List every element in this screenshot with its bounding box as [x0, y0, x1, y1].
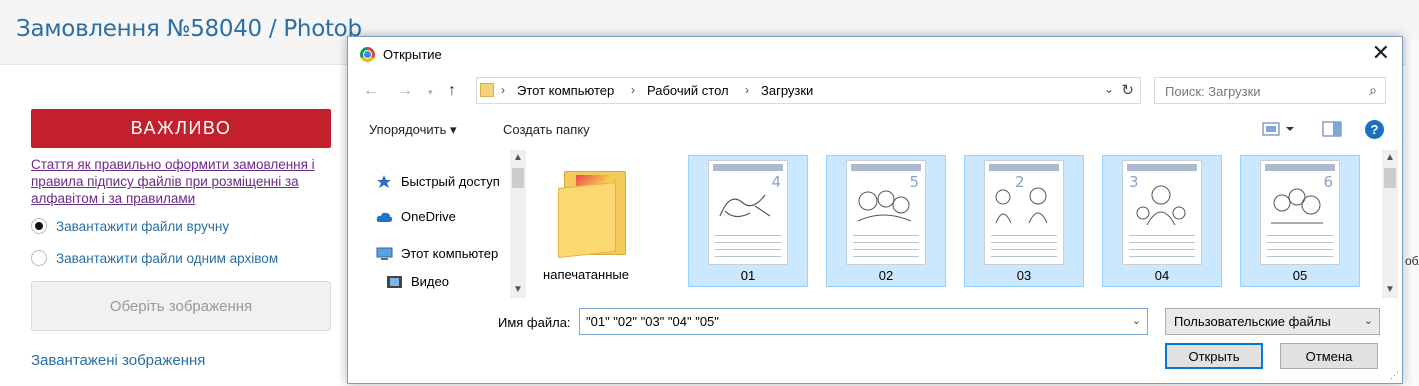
- file-item[interactable]: 5 02: [826, 155, 946, 287]
- radio-checked-icon[interactable]: [31, 218, 47, 234]
- preview-pane-icon[interactable]: [1322, 121, 1342, 142]
- choose-images-button[interactable]: Оберіть зображення: [31, 281, 331, 331]
- chevron-down-icon[interactable]: ⌄: [1364, 314, 1373, 327]
- scroll-down-icon[interactable]: ▼: [513, 284, 523, 295]
- image-thumbnail: 2: [984, 160, 1064, 265]
- search-box[interactable]: Поиск: Загрузки ⌕: [1154, 77, 1386, 104]
- star-icon: [376, 174, 393, 189]
- help-icon[interactable]: ?: [1365, 120, 1384, 139]
- file-label: 04: [1154, 268, 1170, 283]
- breadcrumb-this-pc[interactable]: Этот компьютер: [517, 83, 614, 98]
- files-scrollbar[interactable]: ▲ ▼: [1382, 150, 1398, 298]
- file-label: 01: [740, 268, 756, 283]
- file-item[interactable]: 3 04: [1102, 155, 1222, 287]
- radio-archive-upload[interactable]: Завантажити файли одним архівом: [31, 250, 278, 266]
- filename-value: "01" "02" "03" "04" "05": [586, 314, 719, 329]
- new-folder-button[interactable]: Создать папку: [503, 122, 590, 137]
- scroll-up-icon[interactable]: ▲: [1385, 152, 1395, 163]
- cloud-icon: [376, 210, 393, 224]
- filetype-select[interactable]: Пользовательские файлы ⌄: [1165, 308, 1380, 335]
- folder-front-icon: [558, 181, 616, 259]
- file-item[interactable]: 4 01: [688, 155, 808, 287]
- cancel-button[interactable]: Отмена: [1280, 343, 1378, 369]
- radio-manual-label: Завантажити файли вручну: [56, 218, 230, 234]
- open-button[interactable]: Открыть: [1165, 343, 1263, 369]
- image-thumbnail: 3: [1122, 160, 1202, 265]
- scroll-thumb[interactable]: [512, 168, 524, 188]
- breadcrumb-desktop[interactable]: Рабочий стол: [647, 83, 729, 98]
- nav-item-onedrive[interactable]: OneDrive: [376, 209, 456, 224]
- scroll-down-icon[interactable]: ▼: [1385, 284, 1395, 295]
- file-label: 05: [1292, 268, 1308, 283]
- nav-item-videos[interactable]: Видео: [386, 274, 449, 289]
- folder-item[interactable]: напечатанные: [526, 155, 646, 287]
- breadcrumb-separator-icon[interactable]: ›: [631, 83, 635, 97]
- address-bar[interactable]: › Этот компьютер › Рабочий стол › Загруз…: [476, 77, 1141, 104]
- file-open-dialog: Открытие ✕ ← → ▾ ↑ › Этот компьютер › Ра…: [347, 36, 1403, 384]
- search-icon[interactable]: ⌕: [1369, 82, 1377, 99]
- chevron-down-icon[interactable]: ⌄: [1104, 82, 1114, 96]
- nav-label: Этот компьютер: [401, 246, 499, 261]
- scroll-thumb[interactable]: [1384, 168, 1396, 188]
- radio-unchecked-icon[interactable]: [31, 250, 47, 266]
- search-input[interactable]: Поиск: Загрузки: [1165, 84, 1261, 99]
- view-options-icon[interactable]: [1262, 121, 1296, 142]
- back-arrow-icon[interactable]: ←: [363, 82, 379, 100]
- folder-label: напечатанные: [543, 267, 629, 282]
- video-icon: [386, 275, 403, 289]
- nav-label: Видео: [411, 274, 449, 289]
- filename-label: Имя файла:: [498, 315, 571, 330]
- chevron-down-icon[interactable]: ⌄: [1132, 314, 1141, 327]
- file-label: 03: [1016, 268, 1032, 283]
- image-thumbnail: 6: [1260, 160, 1340, 265]
- nav-label: Быстрый доступ: [401, 174, 500, 189]
- refresh-icon[interactable]: ↻: [1121, 81, 1134, 99]
- up-arrow-icon[interactable]: ↑: [448, 82, 456, 100]
- file-label: 02: [878, 268, 894, 283]
- uploaded-images-link[interactable]: Завантажені зображення: [31, 352, 205, 369]
- computer-icon: [376, 247, 393, 261]
- forward-arrow-icon[interactable]: →: [397, 82, 413, 100]
- right-edge-text: обл: [1405, 254, 1419, 268]
- organize-menu[interactable]: Упорядочить ▾: [369, 122, 457, 138]
- filetype-value: Пользовательские файлы: [1174, 314, 1331, 329]
- image-thumbnail: 4: [708, 160, 788, 265]
- file-item[interactable]: 6 05: [1240, 155, 1360, 287]
- chrome-icon: [360, 47, 375, 62]
- article-link[interactable]: Стаття як правильно оформити замовлення …: [31, 156, 331, 207]
- breadcrumb-separator-icon[interactable]: ›: [501, 83, 505, 97]
- folder-icon: [480, 83, 494, 97]
- order-title: Замовлення №58040 / Photob: [16, 16, 362, 42]
- close-icon[interactable]: ✕: [1372, 42, 1390, 64]
- scroll-up-icon[interactable]: ▲: [513, 152, 523, 163]
- breadcrumb-downloads[interactable]: Загрузки: [761, 83, 813, 98]
- dialog-title: Открытие: [383, 47, 442, 62]
- radio-archive-label: Завантажити файли одним архівом: [56, 250, 279, 266]
- file-item[interactable]: 2 03: [964, 155, 1084, 287]
- nav-label: OneDrive: [401, 209, 456, 224]
- filename-input[interactable]: "01" "02" "03" "04" "05" ⌄: [579, 308, 1148, 335]
- page-right-strip: [1406, 40, 1419, 386]
- navigation-pane: Быстрый доступ OneDrive Этот компьютер В…: [356, 150, 528, 298]
- resize-grip-icon[interactable]: ⋰: [1390, 370, 1399, 381]
- nav-item-quick-access[interactable]: Быстрый доступ: [376, 174, 500, 189]
- nav-scrollbar[interactable]: ▲ ▼: [510, 150, 526, 298]
- image-thumbnail: 5: [846, 160, 926, 265]
- breadcrumb-separator-icon[interactable]: ›: [745, 83, 749, 97]
- dialog-titlebar: Открытие ✕: [348, 37, 1402, 71]
- important-button[interactable]: ВАЖЛИВО: [31, 109, 331, 148]
- nav-item-this-pc[interactable]: Этот компьютер: [376, 246, 498, 261]
- radio-manual-upload[interactable]: Завантажити файли вручну: [31, 218, 229, 234]
- recent-chevron-icon[interactable]: ▾: [428, 87, 433, 98]
